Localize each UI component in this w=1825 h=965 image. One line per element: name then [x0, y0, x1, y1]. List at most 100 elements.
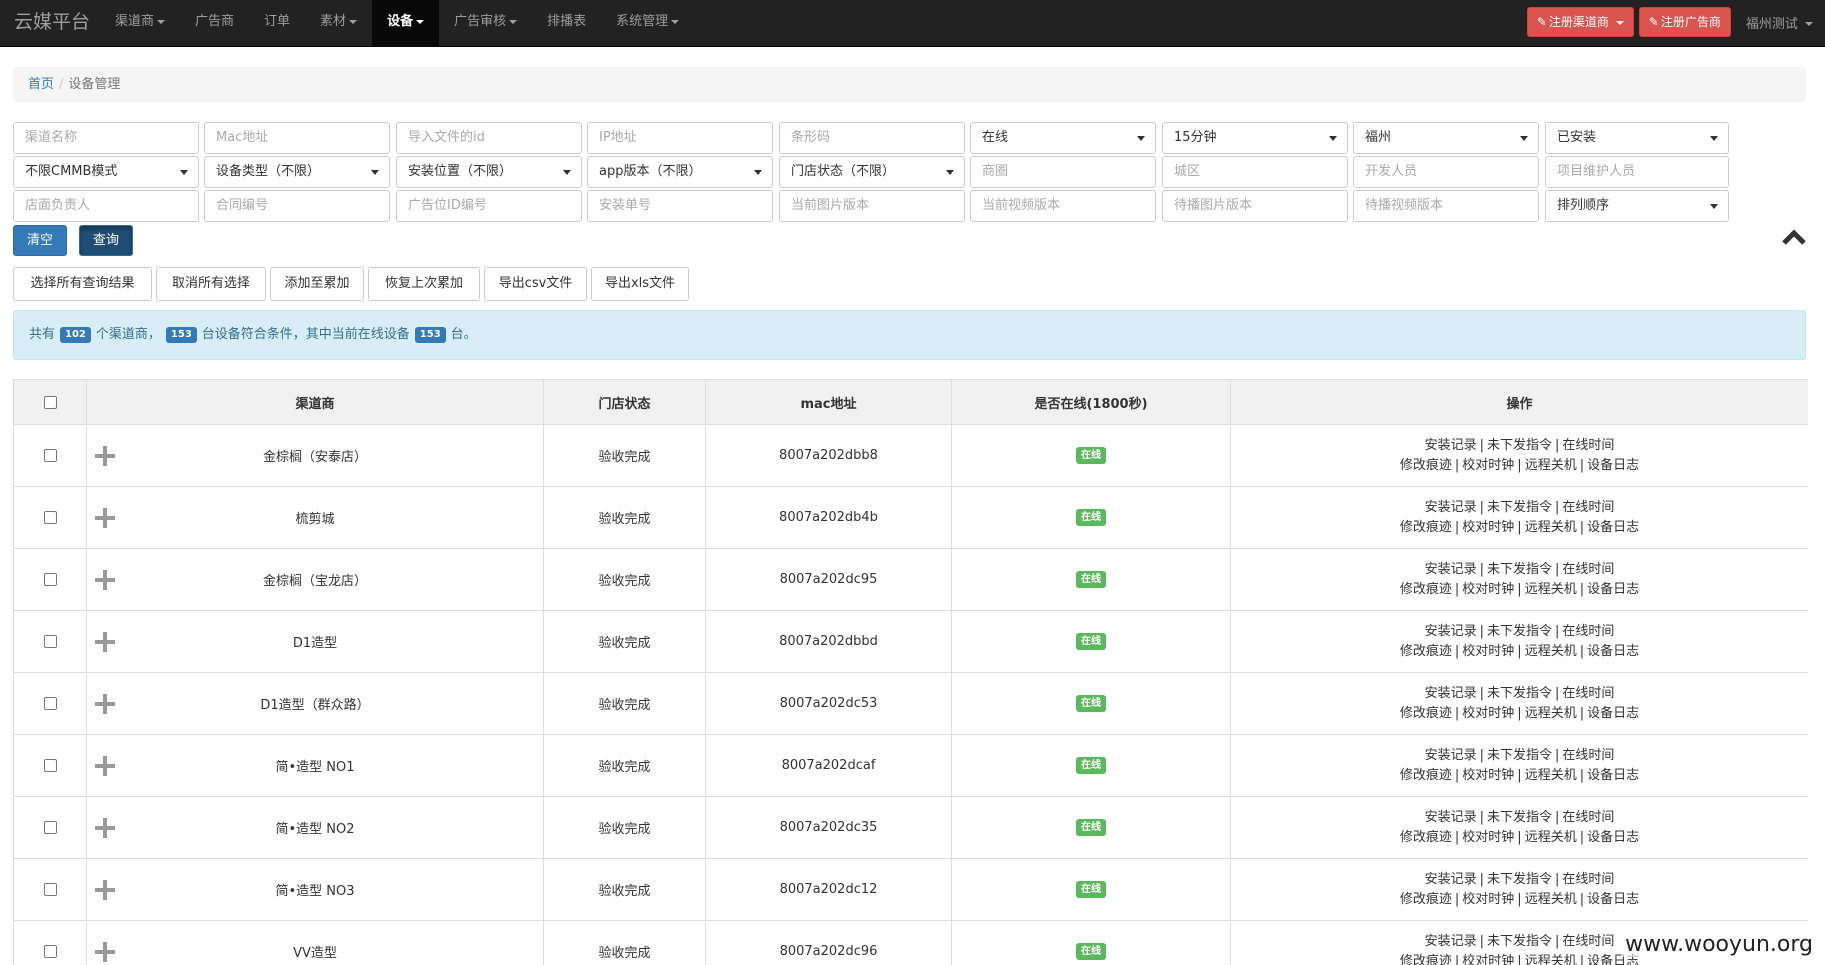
filter-input-row1-0[interactable]: 渠道名称 [13, 122, 199, 154]
register-advertiser-button[interactable]: ✎ 注册广告商 [1638, 7, 1731, 37]
expand-plus-icon[interactable] [95, 631, 115, 652]
filter-select-row2-4[interactable]: 门店状态（不限） [779, 156, 965, 188]
pending-command-link[interactable]: 未下发指令 [1487, 438, 1552, 453]
action-button-1[interactable]: 取消所有选择 [156, 267, 266, 301]
pending-command-link[interactable]: 未下发指令 [1487, 810, 1552, 825]
clear-button[interactable]: 清空 [13, 225, 67, 256]
sync-clock-link[interactable]: 校对时钟 [1462, 892, 1514, 907]
sync-clock-link[interactable]: 校对时钟 [1462, 458, 1514, 473]
device-log-link[interactable]: 设备日志 [1587, 520, 1639, 535]
device-log-link[interactable]: 设备日志 [1587, 706, 1639, 721]
remote-shutdown-link[interactable]: 远程关机 [1525, 458, 1577, 473]
nav-item-2[interactable]: 订单 [249, 0, 305, 47]
remote-shutdown-link[interactable]: 远程关机 [1525, 830, 1577, 845]
row-checkbox[interactable] [43, 945, 57, 958]
row-checkbox[interactable] [43, 759, 57, 772]
nav-item-0[interactable]: 渠道商 [100, 0, 180, 47]
row-checkbox[interactable] [43, 511, 57, 524]
filter-input-row3-4[interactable]: 当前图片版本 [779, 190, 965, 222]
filter-input-row3-5[interactable]: 当前视频版本 [970, 190, 1156, 222]
row-checkbox[interactable] [43, 449, 57, 462]
user-menu[interactable]: 福州测试 [1746, 13, 1813, 32]
expand-plus-icon[interactable] [95, 445, 115, 466]
action-button-0[interactable]: 选择所有查询结果 [13, 267, 152, 301]
expand-plus-icon[interactable] [95, 755, 115, 776]
device-log-link[interactable]: 设备日志 [1587, 892, 1639, 907]
select-all-checkbox[interactable] [43, 395, 57, 409]
online-time-link[interactable]: 在线时间 [1562, 624, 1614, 639]
nav-item-4[interactable]: 设备 [372, 0, 440, 47]
filter-input-row3-3[interactable]: 安装单号 [587, 190, 773, 222]
pending-command-link[interactable]: 未下发指令 [1487, 872, 1552, 887]
filter-select-row2-2[interactable]: 安装位置（不限） [396, 156, 582, 188]
filter-select-row2-1[interactable]: 设备类型（不限） [204, 156, 390, 188]
pending-command-link[interactable]: 未下发指令 [1487, 562, 1552, 577]
sync-clock-link[interactable]: 校对时钟 [1462, 520, 1514, 535]
device-log-link[interactable]: 设备日志 [1587, 582, 1639, 597]
nav-item-5[interactable]: 广告审核 [439, 0, 532, 47]
install-record-link[interactable]: 安装记录 [1425, 810, 1477, 825]
install-record-link[interactable]: 安装记录 [1425, 934, 1477, 949]
filter-select-row1-5[interactable]: 在线 [970, 122, 1156, 154]
row-checkbox[interactable] [43, 821, 57, 834]
expand-plus-icon[interactable] [95, 941, 115, 962]
remote-shutdown-link[interactable]: 远程关机 [1525, 644, 1577, 659]
online-time-link[interactable]: 在线时间 [1562, 500, 1614, 515]
remote-shutdown-link[interactable]: 远程关机 [1525, 954, 1577, 965]
change-trace-link[interactable]: 修改痕迹 [1400, 458, 1452, 473]
row-checkbox[interactable] [43, 573, 57, 586]
row-checkbox[interactable] [43, 697, 57, 710]
expand-plus-icon[interactable] [95, 693, 115, 714]
device-log-link[interactable]: 设备日志 [1587, 458, 1639, 473]
filter-input-row3-6[interactable]: 待播图片版本 [1162, 190, 1348, 222]
filter-input-row2-5[interactable]: 商圈 [970, 156, 1156, 188]
filter-input-row3-1[interactable]: 合同编号 [204, 190, 390, 222]
row-checkbox[interactable] [43, 883, 57, 896]
nav-item-1[interactable]: 广告商 [180, 0, 249, 47]
pending-command-link[interactable]: 未下发指令 [1487, 500, 1552, 515]
sync-clock-link[interactable]: 校对时钟 [1462, 706, 1514, 721]
filter-input-row2-8[interactable]: 项目维护人员 [1545, 156, 1729, 188]
filter-select-row3-8[interactable]: 排列顺序 [1545, 190, 1729, 222]
filter-input-row2-7[interactable]: 开发人员 [1353, 156, 1539, 188]
sync-clock-link[interactable]: 校对时钟 [1462, 644, 1514, 659]
online-time-link[interactable]: 在线时间 [1562, 872, 1614, 887]
pending-command-link[interactable]: 未下发指令 [1487, 686, 1552, 701]
chevron-up-icon[interactable] [1781, 227, 1807, 247]
install-record-link[interactable]: 安装记录 [1425, 872, 1477, 887]
device-log-link[interactable]: 设备日志 [1587, 830, 1639, 845]
sync-clock-link[interactable]: 校对时钟 [1462, 768, 1514, 783]
remote-shutdown-link[interactable]: 远程关机 [1525, 892, 1577, 907]
remote-shutdown-link[interactable]: 远程关机 [1525, 582, 1577, 597]
register-channel-button[interactable]: ✎ 注册渠道商 [1526, 7, 1634, 37]
action-button-2[interactable]: 添加至累加 [270, 267, 364, 301]
filter-input-row1-3[interactable]: IP地址 [587, 122, 773, 154]
query-button[interactable]: 查询 [79, 225, 133, 256]
online-time-link[interactable]: 在线时间 [1562, 810, 1614, 825]
expand-plus-icon[interactable] [95, 569, 115, 590]
change-trace-link[interactable]: 修改痕迹 [1400, 706, 1452, 721]
online-time-link[interactable]: 在线时间 [1562, 686, 1614, 701]
filter-input-row1-1[interactable]: Mac地址 [204, 122, 390, 154]
sync-clock-link[interactable]: 校对时钟 [1462, 582, 1514, 597]
nav-item-3[interactable]: 素材 [305, 0, 372, 47]
expand-plus-icon[interactable] [95, 507, 115, 528]
install-record-link[interactable]: 安装记录 [1425, 686, 1477, 701]
filter-input-row2-6[interactable]: 城区 [1162, 156, 1348, 188]
change-trace-link[interactable]: 修改痕迹 [1400, 644, 1452, 659]
filter-input-row3-0[interactable]: 店面负责人 [13, 190, 199, 222]
online-time-link[interactable]: 在线时间 [1562, 562, 1614, 577]
remote-shutdown-link[interactable]: 远程关机 [1525, 706, 1577, 721]
install-record-link[interactable]: 安装记录 [1425, 624, 1477, 639]
pending-command-link[interactable]: 未下发指令 [1487, 748, 1552, 763]
filter-input-row1-2[interactable]: 导入文件的id [396, 122, 582, 154]
online-time-link[interactable]: 在线时间 [1562, 934, 1614, 949]
filter-select-row2-0[interactable]: 不限CMMB模式 [13, 156, 199, 188]
filter-select-row2-3[interactable]: app版本（不限） [587, 156, 773, 188]
filter-select-row1-8[interactable]: 已安装 [1545, 122, 1729, 154]
filter-input-row3-7[interactable]: 待播视频版本 [1353, 190, 1539, 222]
device-log-link[interactable]: 设备日志 [1587, 644, 1639, 659]
expand-plus-icon[interactable] [95, 879, 115, 900]
install-record-link[interactable]: 安装记录 [1425, 562, 1477, 577]
remote-shutdown-link[interactable]: 远程关机 [1525, 520, 1577, 535]
